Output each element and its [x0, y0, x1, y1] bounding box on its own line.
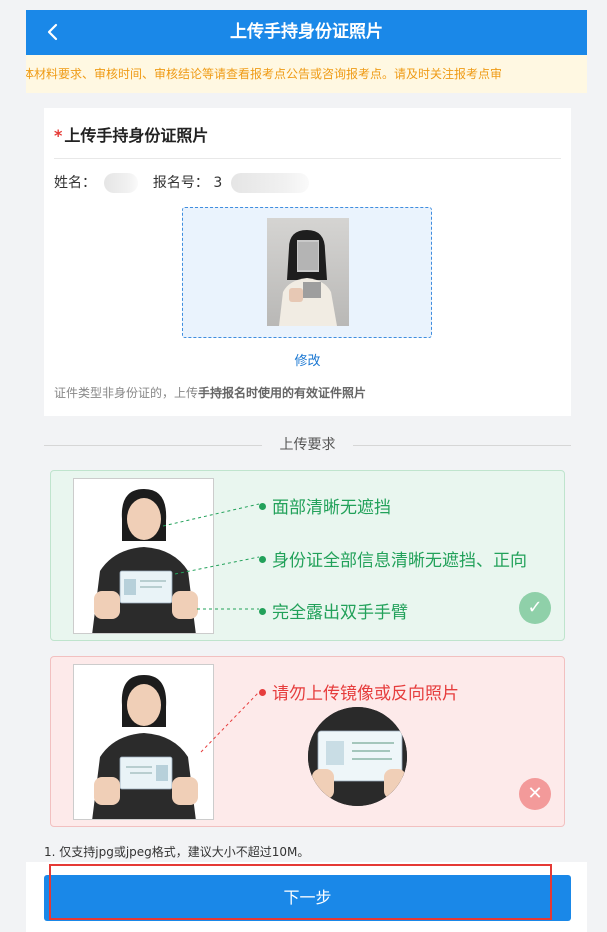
format-note: 1. 仅支持jpg或jpeg格式，建议大小不超过10M。	[44, 845, 310, 859]
card-title: * 上传手持身份证照片	[54, 122, 208, 146]
top-nav-bar: 上传手持身份证照片	[26, 10, 587, 55]
requirements-separator: 上传要求	[44, 436, 571, 456]
separator-line-right	[353, 445, 571, 446]
modify-link[interactable]: 修改	[44, 350, 571, 369]
requirement-point: 完全露出双手手臂	[259, 598, 408, 623]
next-step-button[interactable]: 下一步	[44, 875, 571, 921]
photo-upload-area[interactable]	[182, 207, 432, 338]
document-hint: 证件类型非身份证的，上传手持报名时使用的有效证件照片	[54, 384, 366, 401]
uploaded-photo	[267, 218, 349, 326]
reg-value-redacted	[230, 173, 309, 193]
upload-card: * 上传手持身份证照片 姓名： 报名号： 3 修改 证件类型非身份证的，上传手持报…	[44, 108, 571, 416]
card-divider	[54, 158, 561, 159]
reg-label: 报名号：	[152, 175, 209, 191]
card-title-text: 上传手持身份证照片	[64, 126, 209, 145]
check-icon: ✓	[519, 592, 551, 624]
reg-value: 3	[213, 175, 223, 191]
mirrored-card-closeup	[308, 707, 407, 806]
name-value-redacted	[104, 173, 139, 193]
name-label: 姓名：	[54, 175, 96, 191]
requirement-point: 面部清晰无遮挡	[259, 493, 391, 518]
close-icon: ✕	[519, 778, 551, 810]
warning-point: 请勿上传镜像或反向照片	[259, 679, 459, 704]
notice-banner: 具体材料要求、审核时间、审核结论等请查看报考点公告或咨询报考点。请及时关注报考点…	[26, 55, 587, 93]
wrong-example-panel: 请勿上传镜像或反向照片 ✕	[50, 656, 565, 827]
hint-prefix: 证件类型非身份证的，上传	[54, 386, 199, 400]
hint-bold: 手持报名时使用的有效证件照片	[198, 386, 367, 400]
notice-text: 具体材料要求、审核时间、审核结论等请查看报考点公告或咨询报考点。请及时关注报考点…	[26, 67, 503, 81]
page-title: 上传手持身份证照片	[230, 22, 383, 42]
correct-example-panel: 面部清晰无遮挡 身份证全部信息清晰无遮挡、正向 完全露出双手手臂 ✓	[50, 470, 565, 641]
requirement-point: 身份证全部信息清晰无遮挡、正向	[259, 546, 527, 571]
candidate-info: 姓名： 报名号： 3	[54, 172, 309, 193]
required-mark: *	[54, 126, 63, 145]
